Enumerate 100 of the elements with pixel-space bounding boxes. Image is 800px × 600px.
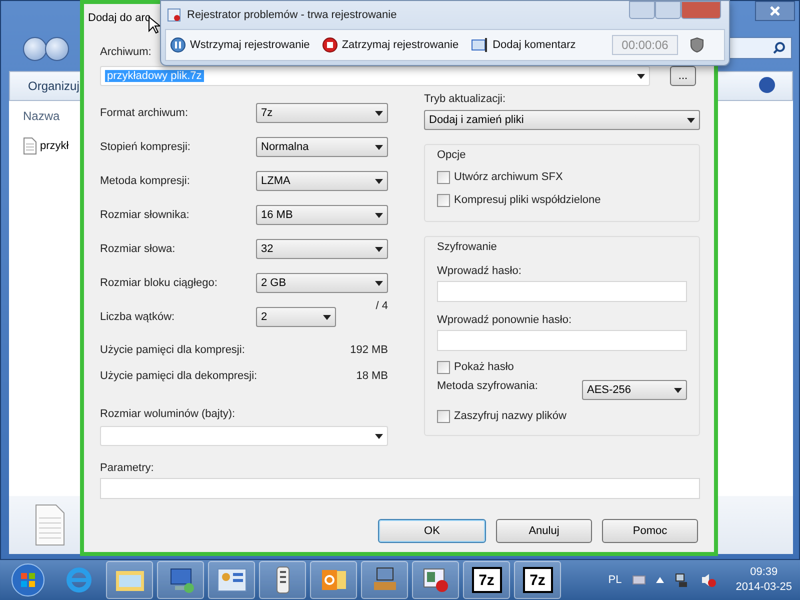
close-icon[interactable]	[681, 1, 721, 19]
document-icon	[23, 137, 37, 155]
document-icon	[35, 504, 65, 546]
taskbar-button[interactable]	[412, 561, 459, 599]
taskbar-button[interactable]	[259, 561, 306, 599]
encryption-method-label: Metoda szyfrowania:	[437, 380, 538, 392]
pause-icon	[170, 37, 186, 53]
language-indicator[interactable]: PL	[608, 574, 622, 586]
checkbox[interactable]	[437, 361, 450, 374]
caret-icon	[375, 212, 383, 218]
caret-icon	[687, 118, 695, 122]
column-header[interactable]: Nazwa	[23, 109, 60, 123]
archiver-icon: 7z	[522, 567, 552, 593]
toolbar-button[interactable]: Zatrzymaj rejestrowanie	[322, 37, 459, 53]
setting-label: Rozmiar słownika:	[100, 209, 190, 221]
browse-button[interactable]: ...	[670, 66, 696, 86]
toolbar-button[interactable]: Dodaj komentarz	[470, 37, 576, 53]
remote-control-icon	[276, 566, 290, 594]
search-icon	[773, 42, 785, 54]
caret-icon	[375, 110, 383, 116]
window-title: Rejestrator problemów - trwa rejestrowanie	[187, 9, 397, 21]
shield-icon	[690, 37, 704, 53]
setting-label: Metoda kompresji:	[100, 175, 191, 187]
setting-combo[interactable]: 7z	[256, 103, 388, 123]
parameters-label: Parametry:	[100, 462, 154, 474]
timer-field: 00:00:06	[612, 35, 678, 55]
archive-label: Archiwum:	[100, 46, 152, 58]
taskbar-button[interactable]: 7z	[514, 561, 561, 599]
checkbox-label: Kompresuj pliki współdzielone	[454, 194, 601, 206]
comment-icon	[470, 37, 489, 53]
archiver-icon: 7z	[472, 567, 502, 593]
dialog-button[interactable]: OK	[378, 519, 486, 543]
back-icon[interactable]	[23, 37, 47, 61]
clock-time[interactable]: 09:39	[750, 565, 778, 580]
checkbox[interactable]	[437, 194, 450, 207]
update-mode-combo[interactable]: Dodaj i zamień pliki	[424, 110, 700, 130]
setting-combo[interactable]: LZMA	[256, 171, 388, 191]
help-icon	[758, 76, 776, 94]
mouse-cursor-icon	[148, 16, 160, 34]
parameters-field[interactable]	[100, 478, 700, 499]
taskbar-button[interactable]	[361, 561, 408, 599]
toolbar-button[interactable]: Wstrzymaj rejestrowanie	[170, 37, 310, 53]
browser-icon	[64, 566, 92, 594]
memory-value: 192 MB	[350, 344, 388, 356]
password-field[interactable]	[437, 330, 687, 351]
close-button[interactable]	[755, 1, 795, 21]
caret-icon	[375, 144, 383, 150]
taskbar-button[interactable]: 7z	[463, 561, 510, 599]
setting-combo[interactable]: Normalna	[256, 137, 388, 157]
checkbox-label: Utwórz archiwum SFX	[454, 171, 563, 183]
maximize-icon[interactable]	[655, 1, 681, 19]
setting-label: Liczba wątków:	[100, 311, 176, 323]
checkbox-label: Zaszyfruj nazwy plików	[454, 410, 566, 422]
setting-combo[interactable]: 2 GB	[256, 273, 388, 293]
file-name[interactable]: przykł	[40, 140, 69, 152]
taskbar-button[interactable]	[208, 561, 255, 599]
taskbar-button[interactable]	[310, 561, 357, 599]
setting-combo[interactable]: 2	[256, 307, 336, 327]
checkbox[interactable]	[437, 410, 450, 423]
app-icon	[167, 8, 181, 22]
organize-button[interactable]: Organizuj	[28, 79, 80, 93]
dialog-button[interactable]: Pomoc	[602, 519, 698, 543]
checkbox[interactable]	[437, 171, 450, 184]
close-icon	[770, 6, 780, 16]
control-panel-icon	[216, 567, 246, 593]
setting-label: Rozmiar słowa:	[100, 243, 176, 255]
setting-label: Stopień kompresji:	[100, 141, 192, 153]
setting-label: Format archiwum:	[100, 107, 190, 119]
forward-icon[interactable]	[45, 37, 69, 61]
checkbox-label: Pokaż hasło	[454, 361, 514, 373]
memory-label: Użycie pamięci dla kompresji:	[100, 344, 245, 356]
up-arrow-icon	[656, 577, 664, 583]
minimize-icon[interactable]	[629, 1, 655, 19]
caret-icon	[323, 314, 331, 320]
group-title: Opcje	[437, 149, 466, 161]
password-label: Wprowadź hasło:	[437, 265, 522, 277]
encryption-method-combo[interactable]: AES-256	[582, 380, 687, 400]
memory-label: Użycie pamięci dla dekompresji:	[100, 370, 258, 382]
caret-icon	[375, 280, 383, 286]
taskbar-button[interactable]	[157, 561, 204, 599]
update-mode-label: Tryb aktualizacji:	[424, 93, 506, 105]
stop-icon	[322, 37, 338, 53]
dialog-button[interactable]: Anuluj	[496, 519, 592, 543]
caret-icon	[637, 74, 645, 78]
caret-icon	[375, 178, 383, 184]
thread-count: / 4	[376, 300, 388, 312]
memory-value: 18 MB	[356, 370, 388, 382]
keyboard-icon	[632, 575, 646, 585]
caret-icon	[674, 388, 682, 392]
setting-combo[interactable]: 32	[256, 239, 388, 259]
password-field[interactable]	[437, 281, 687, 302]
setting-label: Rozmiar bloku ciągłego:	[100, 277, 218, 289]
windows-logo-icon	[10, 563, 44, 597]
caret-icon	[375, 246, 383, 252]
caret-icon	[375, 434, 383, 438]
setting-combo[interactable]: 16 MB	[256, 205, 388, 225]
clock-date[interactable]: 2014-03-25	[736, 580, 792, 595]
password-label: Wprowadź ponownie hasło:	[437, 314, 572, 326]
screen-recorder-icon	[422, 566, 450, 594]
group-title: Szyfrowanie	[437, 241, 497, 253]
